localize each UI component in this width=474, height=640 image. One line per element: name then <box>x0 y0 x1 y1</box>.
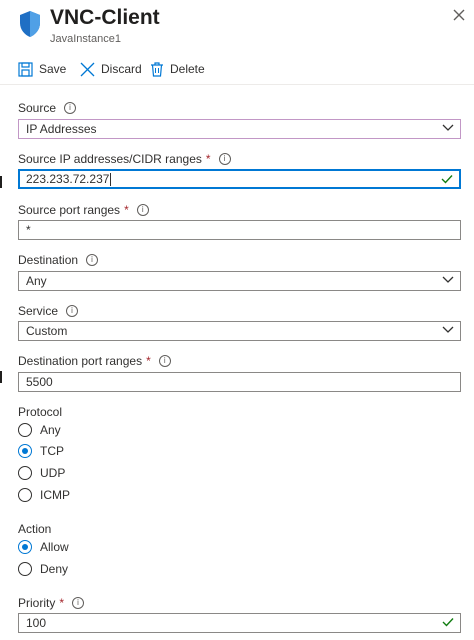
required-indicator: * <box>59 596 65 610</box>
command-bar: Save Discard Delete <box>0 52 474 85</box>
service-label: Service i <box>18 304 79 318</box>
save-label: Save <box>39 62 67 76</box>
source-port-input[interactable]: * <box>18 220 461 240</box>
radio-circle-selected <box>18 540 32 554</box>
delete-icon <box>151 61 163 77</box>
radio-circle <box>18 466 32 480</box>
check-icon <box>441 175 453 184</box>
priority-label: Priority * i <box>18 596 85 610</box>
chevron-down-icon <box>442 326 454 333</box>
protocol-radio-udp[interactable]: UDP <box>18 466 65 480</box>
action-label: Action <box>18 522 51 536</box>
dest-port-label-text: Destination port ranges <box>18 354 143 368</box>
source-ip-value: 223.233.72.237 <box>26 172 110 186</box>
delete-button[interactable]: Delete <box>150 60 205 78</box>
dest-port-value: 5500 <box>26 375 53 389</box>
page-subtitle: JavaInstance1 <box>50 33 121 45</box>
action-radio-deny[interactable]: Deny <box>18 562 68 576</box>
action-label-text: Action <box>18 522 52 536</box>
priority-input[interactable]: 100 <box>18 613 461 633</box>
source-label-text: Source <box>18 101 57 115</box>
info-icon[interactable]: i <box>64 102 77 114</box>
left-edge-marker <box>0 371 2 383</box>
service-dropdown[interactable]: Custom <box>18 321 461 341</box>
dest-port-label: Destination port ranges * i <box>18 354 171 368</box>
protocol-label: Protocol <box>18 405 62 419</box>
close-icon[interactable] <box>452 8 466 22</box>
destination-label: Destination i <box>18 253 99 267</box>
source-port-label-text: Source port ranges <box>18 203 121 217</box>
radio-circle <box>18 488 32 502</box>
protocol-radio-icmp[interactable]: ICMP <box>18 488 70 502</box>
radio-circle <box>18 562 32 576</box>
required-indicator: * <box>124 203 129 217</box>
source-ip-label: Source IP addresses/CIDR ranges * i <box>18 152 231 166</box>
protocol-radio-any[interactable]: Any <box>18 423 61 437</box>
info-icon[interactable]: i <box>158 355 171 367</box>
source-ip-input[interactable]: 223.233.72.237 <box>18 169 461 189</box>
text-cursor <box>110 172 112 186</box>
save-icon <box>18 61 33 77</box>
radio-label: TCP <box>40 444 64 458</box>
delete-label: Delete <box>170 62 205 76</box>
info-icon[interactable]: i <box>72 597 85 609</box>
radio-circle-selected <box>18 444 32 458</box>
page-title: VNC-Client <box>50 6 160 29</box>
info-icon[interactable]: i <box>136 204 149 216</box>
radio-label: UDP <box>40 466 66 480</box>
info-icon[interactable]: i <box>86 254 99 266</box>
source-port-label: Source port ranges * i <box>18 203 149 217</box>
source-ip-label-text: Source IP addresses/CIDR ranges <box>18 152 202 166</box>
radio-circle <box>18 423 32 437</box>
check-icon <box>442 618 454 627</box>
radio-label: Any <box>40 423 61 437</box>
service-value: Custom <box>26 324 68 338</box>
destination-dropdown[interactable]: Any <box>18 271 461 291</box>
required-indicator: * <box>146 354 151 368</box>
radio-label: ICMP <box>40 488 70 502</box>
info-icon[interactable]: i <box>66 305 79 317</box>
protocol-label-text: Protocol <box>18 405 63 419</box>
priority-value: 100 <box>26 616 47 630</box>
protocol-radio-tcp[interactable]: TCP <box>18 444 64 458</box>
priority-label-text: Priority <box>18 596 56 610</box>
radio-label: Allow <box>40 540 69 554</box>
dest-port-input[interactable]: 5500 <box>18 372 461 392</box>
source-port-value: * <box>26 223 31 237</box>
info-icon[interactable]: i <box>218 153 231 165</box>
required-indicator: * <box>205 152 211 166</box>
discard-icon <box>80 62 95 76</box>
shield-icon <box>20 11 40 37</box>
destination-value: Any <box>26 274 47 288</box>
service-label-text: Service <box>18 304 59 318</box>
action-radio-allow[interactable]: Allow <box>18 540 69 554</box>
source-label: Source i <box>18 101 77 115</box>
destination-label-text: Destination <box>18 253 79 267</box>
radio-label: Deny <box>40 562 69 576</box>
discard-label: Discard <box>101 62 142 76</box>
source-dropdown[interactable]: IP Addresses <box>18 119 461 139</box>
source-value: IP Addresses <box>26 122 97 136</box>
chevron-down-icon <box>442 276 454 283</box>
blade-header: VNC-Client JavaInstance1 <box>0 0 474 52</box>
chevron-down-icon <box>442 124 454 131</box>
save-button[interactable]: Save <box>18 60 66 78</box>
discard-button[interactable]: Discard <box>80 60 142 78</box>
left-edge-marker <box>0 176 2 188</box>
